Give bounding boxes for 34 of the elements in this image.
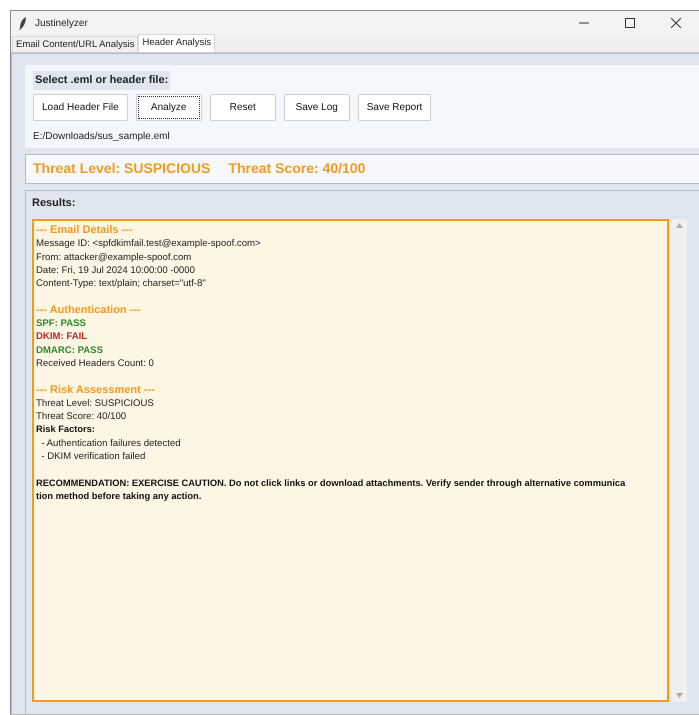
- section-heading: Select .eml or header file:: [33, 71, 170, 90]
- bold-line: Risk Factors:: [36, 423, 96, 436]
- action-button[interactable]: Reset: [210, 94, 276, 120]
- fail-result: DKIM: FAIL: [36, 330, 88, 344]
- bold-line: tion method before taking any action.: [36, 490, 202, 503]
- bold-line: RECOMMENDATION: EXERCISE CAUTION. Do not click links or download attachments. Verify sender through alternative communica: [36, 476, 626, 490]
- close-icon[interactable]: [671, 18, 681, 28]
- results-heading: Results:: [32, 196, 76, 210]
- feather-icon: [19, 16, 27, 30]
- pass-result: SPF: PASS: [36, 317, 87, 330]
- tab[interactable]: Header Analysis: [138, 34, 216, 52]
- section-heading: --- Email Details ---: [36, 224, 134, 238]
- result-line: Message ID: <spfdkimfail.test@example-spoof.com>: [36, 237, 262, 251]
- action-button[interactable]: Load Header File: [33, 94, 128, 120]
- action-button[interactable]: Save Log: [284, 94, 350, 120]
- result-line: Threat Score: 40/100: [36, 410, 128, 424]
- result-line: - DKIM verification failed: [40, 450, 146, 464]
- maximize-icon[interactable]: [625, 18, 635, 28]
- result-line: Content-Type: text/plain; charset="utf-8": [36, 277, 207, 290]
- action-button[interactable]: Analyze: [136, 94, 202, 120]
- window-title: Justinelyzer: [35, 16, 88, 30]
- threat-text: Threat Score: 40/100: [228, 159, 366, 178]
- action-button[interactable]: Save Report: [358, 94, 432, 120]
- section-heading: --- Risk Assessment ---: [36, 384, 156, 397]
- file-path: E:/Downloads/sus_sample.eml: [33, 130, 171, 144]
- result-line: From: attacker@example-spoof.com: [36, 250, 192, 264]
- threat-text: Threat Level: SUSPICIOUS: [33, 159, 210, 178]
- result-line: - Authentication failures detected: [40, 436, 182, 450]
- result-line: Threat Level: SUSPICIOUS: [36, 396, 155, 410]
- result-line: Date: Fri, 19 Jul 2024 10:00:00 -0000: [36, 264, 196, 278]
- pass-result: DMARC: PASS: [36, 344, 104, 357]
- result-line: Received Headers Count: 0: [36, 356, 155, 370]
- section-heading: --- Authentication ---: [36, 304, 142, 318]
- tab[interactable]: Email Content/URL Analysis: [12, 36, 138, 52]
